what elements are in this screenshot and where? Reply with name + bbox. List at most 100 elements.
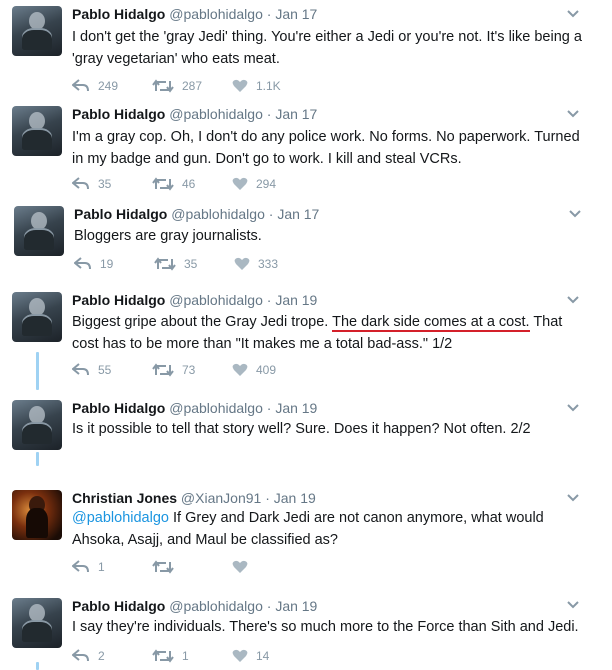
display-name[interactable]: Christian Jones xyxy=(72,490,177,506)
retweet-count: 287 xyxy=(182,79,203,93)
avatar[interactable] xyxy=(14,206,64,256)
reply-count: 249 xyxy=(98,79,119,93)
retweet-icon xyxy=(154,257,176,271)
reply-count: 1 xyxy=(98,560,105,574)
heart-icon xyxy=(232,79,248,92)
tweet-header: Pablo Hidalgo @pablohidalgo · Jan 17 xyxy=(72,106,318,122)
tweet-header: Christian Jones @XianJon91 · Jan 19 xyxy=(72,490,316,506)
user-handle[interactable]: @pablohidalgo xyxy=(169,106,263,122)
heart-icon xyxy=(232,560,248,573)
like-count: 409 xyxy=(256,363,277,377)
timestamp[interactable]: Jan 17 xyxy=(275,6,317,22)
like-count: 294 xyxy=(256,177,277,191)
retweet-count: 73 xyxy=(182,363,196,377)
tweet-text-part: Biggest gripe about the Gray Jedi trope. xyxy=(72,314,333,330)
timestamp[interactable]: Jan 19 xyxy=(275,400,317,416)
display-name[interactable]: Pablo Hidalgo xyxy=(72,598,165,614)
reply-icon xyxy=(72,177,89,190)
reply-button[interactable]: 1 xyxy=(72,557,105,577)
chevron-down-icon[interactable] xyxy=(566,109,580,119)
retweet-button[interactable]: 1 xyxy=(152,646,189,666)
avatar[interactable] xyxy=(12,598,62,648)
avatar[interactable] xyxy=(12,490,62,540)
like-button[interactable]: 333 xyxy=(234,254,278,274)
like-count: 1.1K xyxy=(256,79,281,93)
like-button[interactable]: 1.1K xyxy=(232,76,281,96)
heart-icon xyxy=(232,177,248,190)
like-button[interactable]: 294 xyxy=(232,174,276,194)
chevron-down-icon[interactable] xyxy=(566,9,580,19)
timestamp[interactable]: Jan 19 xyxy=(275,598,317,614)
display-name[interactable]: Pablo Hidalgo xyxy=(74,206,167,222)
mention-link[interactable]: @pablohidalgo xyxy=(72,510,169,526)
tweet-text: @pablohidalgo If Grey and Dark Jedi are … xyxy=(72,507,592,551)
retweet-icon xyxy=(152,649,174,663)
like-button[interactable] xyxy=(232,557,256,577)
user-handle[interactable]: @pablohidalgo xyxy=(169,400,263,416)
reply-icon xyxy=(72,649,89,662)
tweet-text: Biggest gripe about the Gray Jedi trope.… xyxy=(72,311,592,355)
user-handle[interactable]: @pablohidalgo xyxy=(169,292,263,308)
user-handle[interactable]: @XianJon91 xyxy=(181,490,261,506)
reply-icon xyxy=(74,257,91,270)
thread-line xyxy=(36,352,39,390)
tweet-header: Pablo Hidalgo @pablohidalgo · Jan 19 xyxy=(72,400,318,416)
reply-count: 35 xyxy=(98,177,112,191)
user-handle[interactable]: @pablohidalgo xyxy=(171,206,265,222)
user-handle[interactable]: @pablohidalgo xyxy=(169,6,263,22)
timestamp[interactable]: Jan 19 xyxy=(274,490,316,506)
heart-icon xyxy=(232,363,248,376)
reply-icon xyxy=(72,79,89,92)
thread-line xyxy=(36,662,39,670)
reply-button[interactable]: 249 xyxy=(72,76,118,96)
tweet-text: I'm a gray cop. Oh, I don't do any polic… xyxy=(72,129,580,167)
like-button[interactable]: 14 xyxy=(232,646,269,666)
user-handle[interactable]: @pablohidalgo xyxy=(169,598,263,614)
reply-button[interactable]: 2 xyxy=(72,646,105,666)
chevron-down-icon[interactable] xyxy=(566,295,580,305)
retweet-button[interactable]: 73 xyxy=(152,360,195,380)
display-name[interactable]: Pablo Hidalgo xyxy=(72,106,165,122)
thread-line xyxy=(36,452,39,466)
reply-icon xyxy=(72,560,89,573)
reply-count: 55 xyxy=(98,363,112,377)
retweet-button[interactable] xyxy=(152,557,182,577)
like-button[interactable]: 409 xyxy=(232,360,276,380)
avatar[interactable] xyxy=(12,106,62,156)
tweet-text: I don't get the 'gray Jedi' thing. You'r… xyxy=(72,29,582,67)
tweet-text: Is it possible to tell that story well? … xyxy=(72,421,531,437)
avatar[interactable] xyxy=(12,6,62,56)
retweet-button[interactable]: 287 xyxy=(152,76,202,96)
display-name[interactable]: Pablo Hidalgo xyxy=(72,400,165,416)
reply-count: 2 xyxy=(98,649,105,663)
reply-button[interactable]: 19 xyxy=(74,254,113,274)
highlighted-text: The dark side comes at a cost. xyxy=(332,314,530,332)
chevron-down-icon[interactable] xyxy=(566,403,580,413)
heart-icon xyxy=(234,257,250,270)
retweet-icon xyxy=(152,177,174,191)
reply-icon xyxy=(72,363,89,376)
display-name[interactable]: Pablo Hidalgo xyxy=(72,292,165,308)
retweet-count: 35 xyxy=(184,257,198,271)
reply-button[interactable]: 35 xyxy=(72,174,111,194)
timestamp[interactable]: Jan 17 xyxy=(275,106,317,122)
retweet-button[interactable]: 46 xyxy=(152,174,195,194)
retweet-icon xyxy=(152,79,174,93)
chevron-down-icon[interactable] xyxy=(566,493,580,503)
tweet-header: Pablo Hidalgo @pablohidalgo · Jan 17 xyxy=(72,6,318,22)
avatar[interactable] xyxy=(12,400,62,450)
timestamp[interactable]: Jan 17 xyxy=(277,206,319,222)
retweet-count: 1 xyxy=(182,649,189,663)
like-count: 14 xyxy=(256,649,270,663)
tweet-header: Pablo Hidalgo @pablohidalgo · Jan 19 xyxy=(72,292,318,308)
avatar[interactable] xyxy=(12,292,62,342)
timestamp[interactable]: Jan 19 xyxy=(275,292,317,308)
heart-icon xyxy=(232,649,248,662)
display-name[interactable]: Pablo Hidalgo xyxy=(72,6,165,22)
tweet-header: Pablo Hidalgo @pablohidalgo · Jan 19 xyxy=(72,598,318,614)
retweet-button[interactable]: 35 xyxy=(154,254,197,274)
reply-button[interactable]: 55 xyxy=(72,360,111,380)
chevron-down-icon[interactable] xyxy=(568,209,582,219)
chevron-down-icon[interactable] xyxy=(566,600,580,610)
reply-count: 19 xyxy=(100,257,114,271)
